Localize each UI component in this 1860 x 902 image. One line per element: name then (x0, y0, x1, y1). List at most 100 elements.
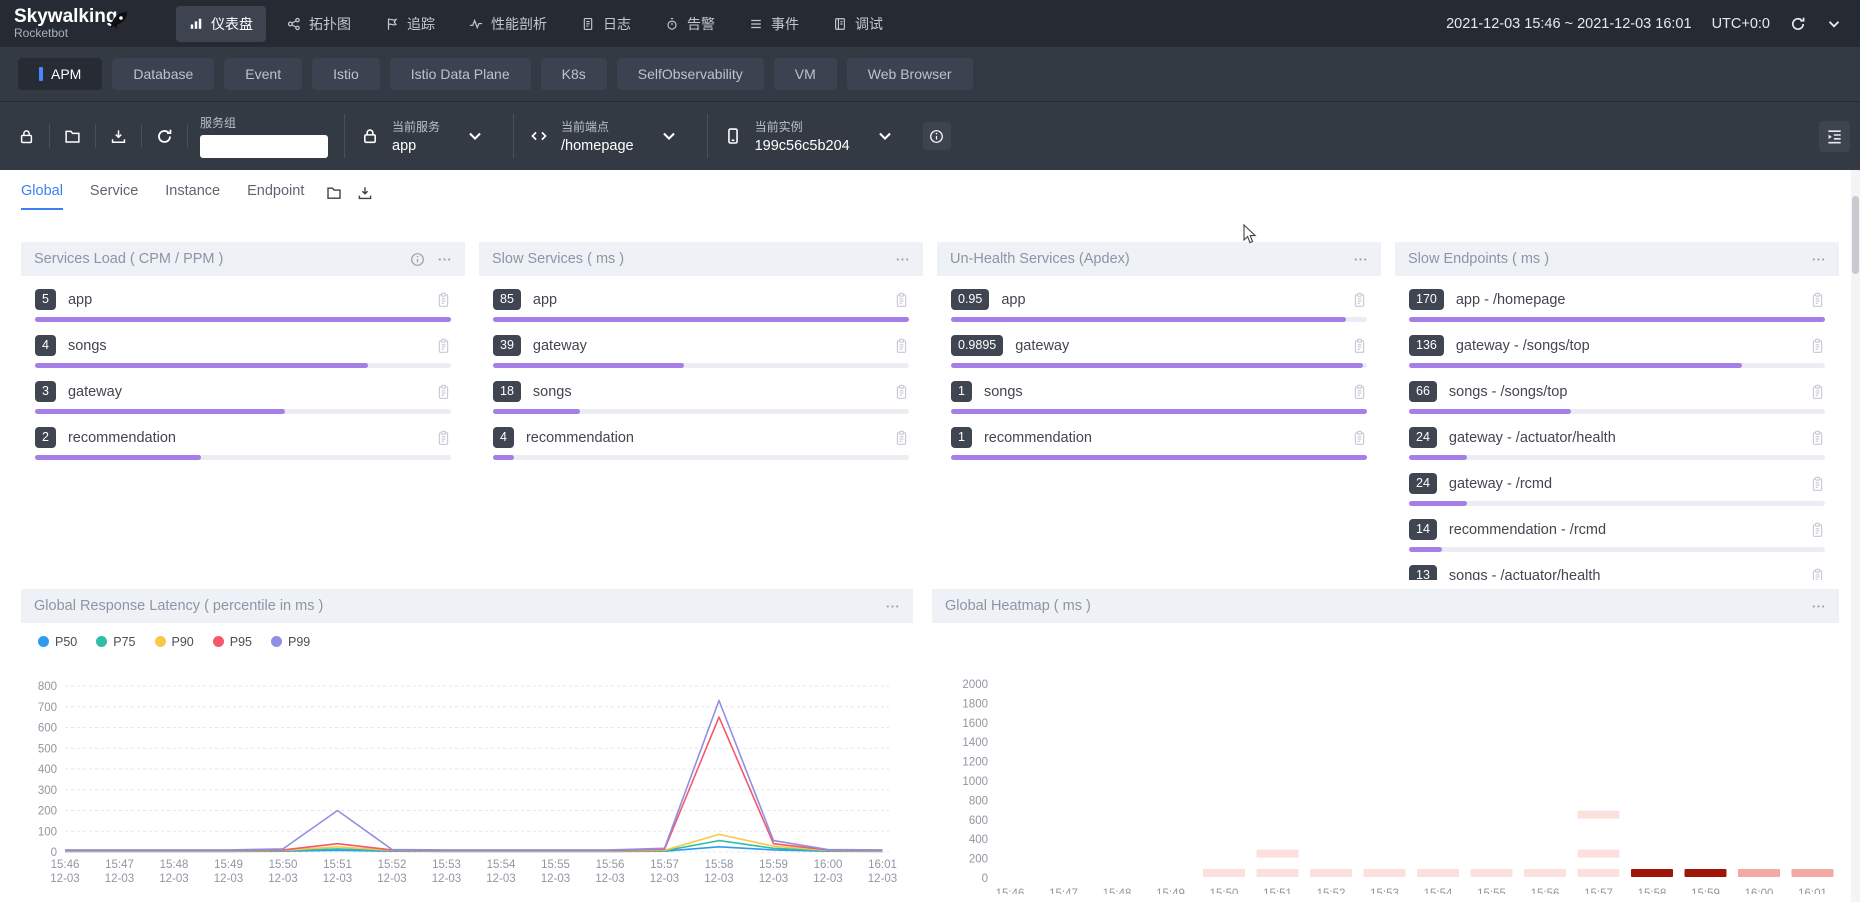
chevron-down-icon[interactable] (1826, 16, 1842, 32)
lock-icon[interactable] (4, 128, 49, 145)
group-tab-event[interactable]: Event (224, 58, 302, 90)
group-tab-database[interactable]: Database (112, 58, 214, 90)
y-axis-label: 1000 (962, 776, 988, 788)
clipboard-icon[interactable] (1810, 476, 1825, 492)
card-menu-icon[interactable] (1811, 599, 1826, 614)
nav-item-log[interactable]: 日志 (568, 6, 644, 42)
download-icon[interactable] (357, 185, 373, 201)
metric-name[interactable]: gateway (68, 384, 424, 400)
card-menu-icon[interactable] (437, 252, 452, 267)
clipboard-icon[interactable] (1810, 292, 1825, 308)
card-menu-icon[interactable] (885, 599, 900, 614)
group-tab-vm[interactable]: VM (774, 58, 837, 90)
clipboard-icon[interactable] (1810, 568, 1825, 581)
tab-service[interactable]: Service (90, 183, 138, 210)
clipboard-icon[interactable] (436, 292, 451, 308)
open-folder-icon[interactable] (326, 185, 342, 201)
metric-name[interactable]: app (1001, 292, 1340, 308)
metric-name[interactable]: recommendation (984, 430, 1340, 446)
service-group-input[interactable] (200, 135, 328, 158)
clipboard-icon[interactable] (1810, 338, 1825, 354)
clipboard-icon[interactable] (1352, 292, 1367, 308)
metric-bar-track (493, 409, 909, 414)
metric-name[interactable]: recommendation (68, 430, 424, 446)
legend-item-p75[interactable]: P75 (96, 635, 135, 649)
metric-name[interactable]: songs (68, 338, 424, 354)
nav-item-label: 事件 (771, 14, 799, 34)
clipboard-icon[interactable] (894, 292, 909, 308)
group-tab-k8s[interactable]: K8s (541, 58, 607, 90)
value-badge: 4 (35, 335, 56, 356)
current-service-selector[interactable]: 当前服务 app (361, 118, 497, 154)
clipboard-icon[interactable] (894, 338, 909, 354)
group-tab-istio[interactable]: Istio (312, 58, 380, 90)
current-endpoint-selector[interactable]: 当前端点 /homepage (530, 118, 691, 154)
legend-item-p90[interactable]: P90 (155, 635, 194, 649)
group-tab-web-browser[interactable]: Web Browser (847, 58, 973, 90)
card-menu-icon[interactable] (1353, 252, 1368, 267)
clipboard-icon[interactable] (1810, 522, 1825, 538)
metric-name[interactable]: app (68, 292, 424, 308)
nav-item-event[interactable]: 事件 (736, 6, 812, 42)
metric-name[interactable]: songs - /songs/top (1449, 384, 1798, 400)
clipboard-icon[interactable] (1352, 338, 1367, 354)
tab-instance[interactable]: Instance (165, 183, 220, 210)
group-tab-apm[interactable]: APM (18, 58, 102, 90)
group-tab-istio-data-plane[interactable]: Istio Data Plane (390, 58, 531, 90)
metric-name[interactable]: gateway (1015, 338, 1340, 354)
nav-item-profile[interactable]: 性能剖析 (456, 6, 560, 42)
heatmap-cell (1257, 850, 1299, 858)
download-icon[interactable] (96, 128, 141, 145)
clipboard-icon[interactable] (436, 384, 451, 400)
metric-name[interactable]: songs (533, 384, 882, 400)
refresh-icon[interactable] (1790, 16, 1806, 32)
legend-item-p50[interactable]: P50 (38, 635, 77, 649)
metric-name[interactable]: gateway - /rcmd (1449, 476, 1798, 492)
metric-name[interactable]: recommendation - /rcmd (1449, 522, 1798, 538)
clipboard-icon[interactable] (436, 430, 451, 446)
clipboard-icon[interactable] (1810, 384, 1825, 400)
metric-name[interactable]: songs - /actuator/health (1449, 568, 1798, 581)
metric-name[interactable]: gateway - /songs/top (1456, 338, 1798, 354)
group-tab-selfobservability[interactable]: SelfObservability (617, 58, 764, 90)
metric-name[interactable]: app - /homepage (1456, 292, 1798, 308)
nav-item-dashboard[interactable]: 仪表盘 (176, 6, 266, 42)
event-icon (749, 17, 763, 31)
current-instance-selector[interactable]: 当前实例 199c56c5b204 (724, 118, 907, 154)
info-icon[interactable] (923, 122, 951, 150)
clipboard-icon[interactable] (1352, 384, 1367, 400)
y-axis-label: 0 (982, 873, 988, 885)
clipboard-icon[interactable] (1810, 430, 1825, 446)
clipboard-icon[interactable] (894, 384, 909, 400)
scrollbar-thumb[interactable] (1852, 196, 1859, 274)
tab-global[interactable]: Global (21, 183, 63, 210)
info-icon[interactable] (410, 252, 425, 267)
app-logo[interactable]: Skywalking Rocketbot (0, 7, 172, 40)
tab-endpoint[interactable]: Endpoint (247, 183, 304, 210)
metric-name[interactable]: songs (984, 384, 1340, 400)
nav-item-topology[interactable]: 拓扑图 (274, 6, 364, 42)
card-menu-icon[interactable] (895, 252, 910, 267)
metric-name[interactable]: gateway (533, 338, 882, 354)
card-menu-icon[interactable] (1811, 252, 1826, 267)
metric-name[interactable]: app (533, 292, 882, 308)
clipboard-icon[interactable] (1352, 430, 1367, 446)
clipboard-icon[interactable] (436, 338, 451, 354)
nav-item-trace[interactable]: 追踪 (372, 6, 448, 42)
nav-item-debug[interactable]: 调试 (820, 6, 896, 42)
time-range[interactable]: 2021-12-03 15:46 ~ 2021-12-03 16:01 (1446, 16, 1692, 32)
nav-item-alarm[interactable]: 告警 (652, 6, 728, 42)
collapse-panel-icon[interactable] (1819, 121, 1850, 152)
clipboard-icon[interactable] (894, 430, 909, 446)
legend-item-p95[interactable]: P95 (213, 635, 252, 649)
nav-item-label: 调试 (855, 14, 883, 34)
metric-bar-fill (1409, 501, 1467, 506)
metric-name[interactable]: gateway - /actuator/health (1449, 430, 1798, 446)
timezone-selector[interactable]: UTC+0:0 (1712, 16, 1770, 32)
metric-name[interactable]: recommendation (526, 430, 882, 446)
open-folder-icon[interactable] (50, 128, 95, 145)
legend-item-p99[interactable]: P99 (271, 635, 310, 649)
auto-refresh-icon[interactable] (142, 128, 187, 145)
legend-dot (213, 636, 224, 647)
page-tabs: Global Service Instance Endpoint (21, 183, 304, 210)
